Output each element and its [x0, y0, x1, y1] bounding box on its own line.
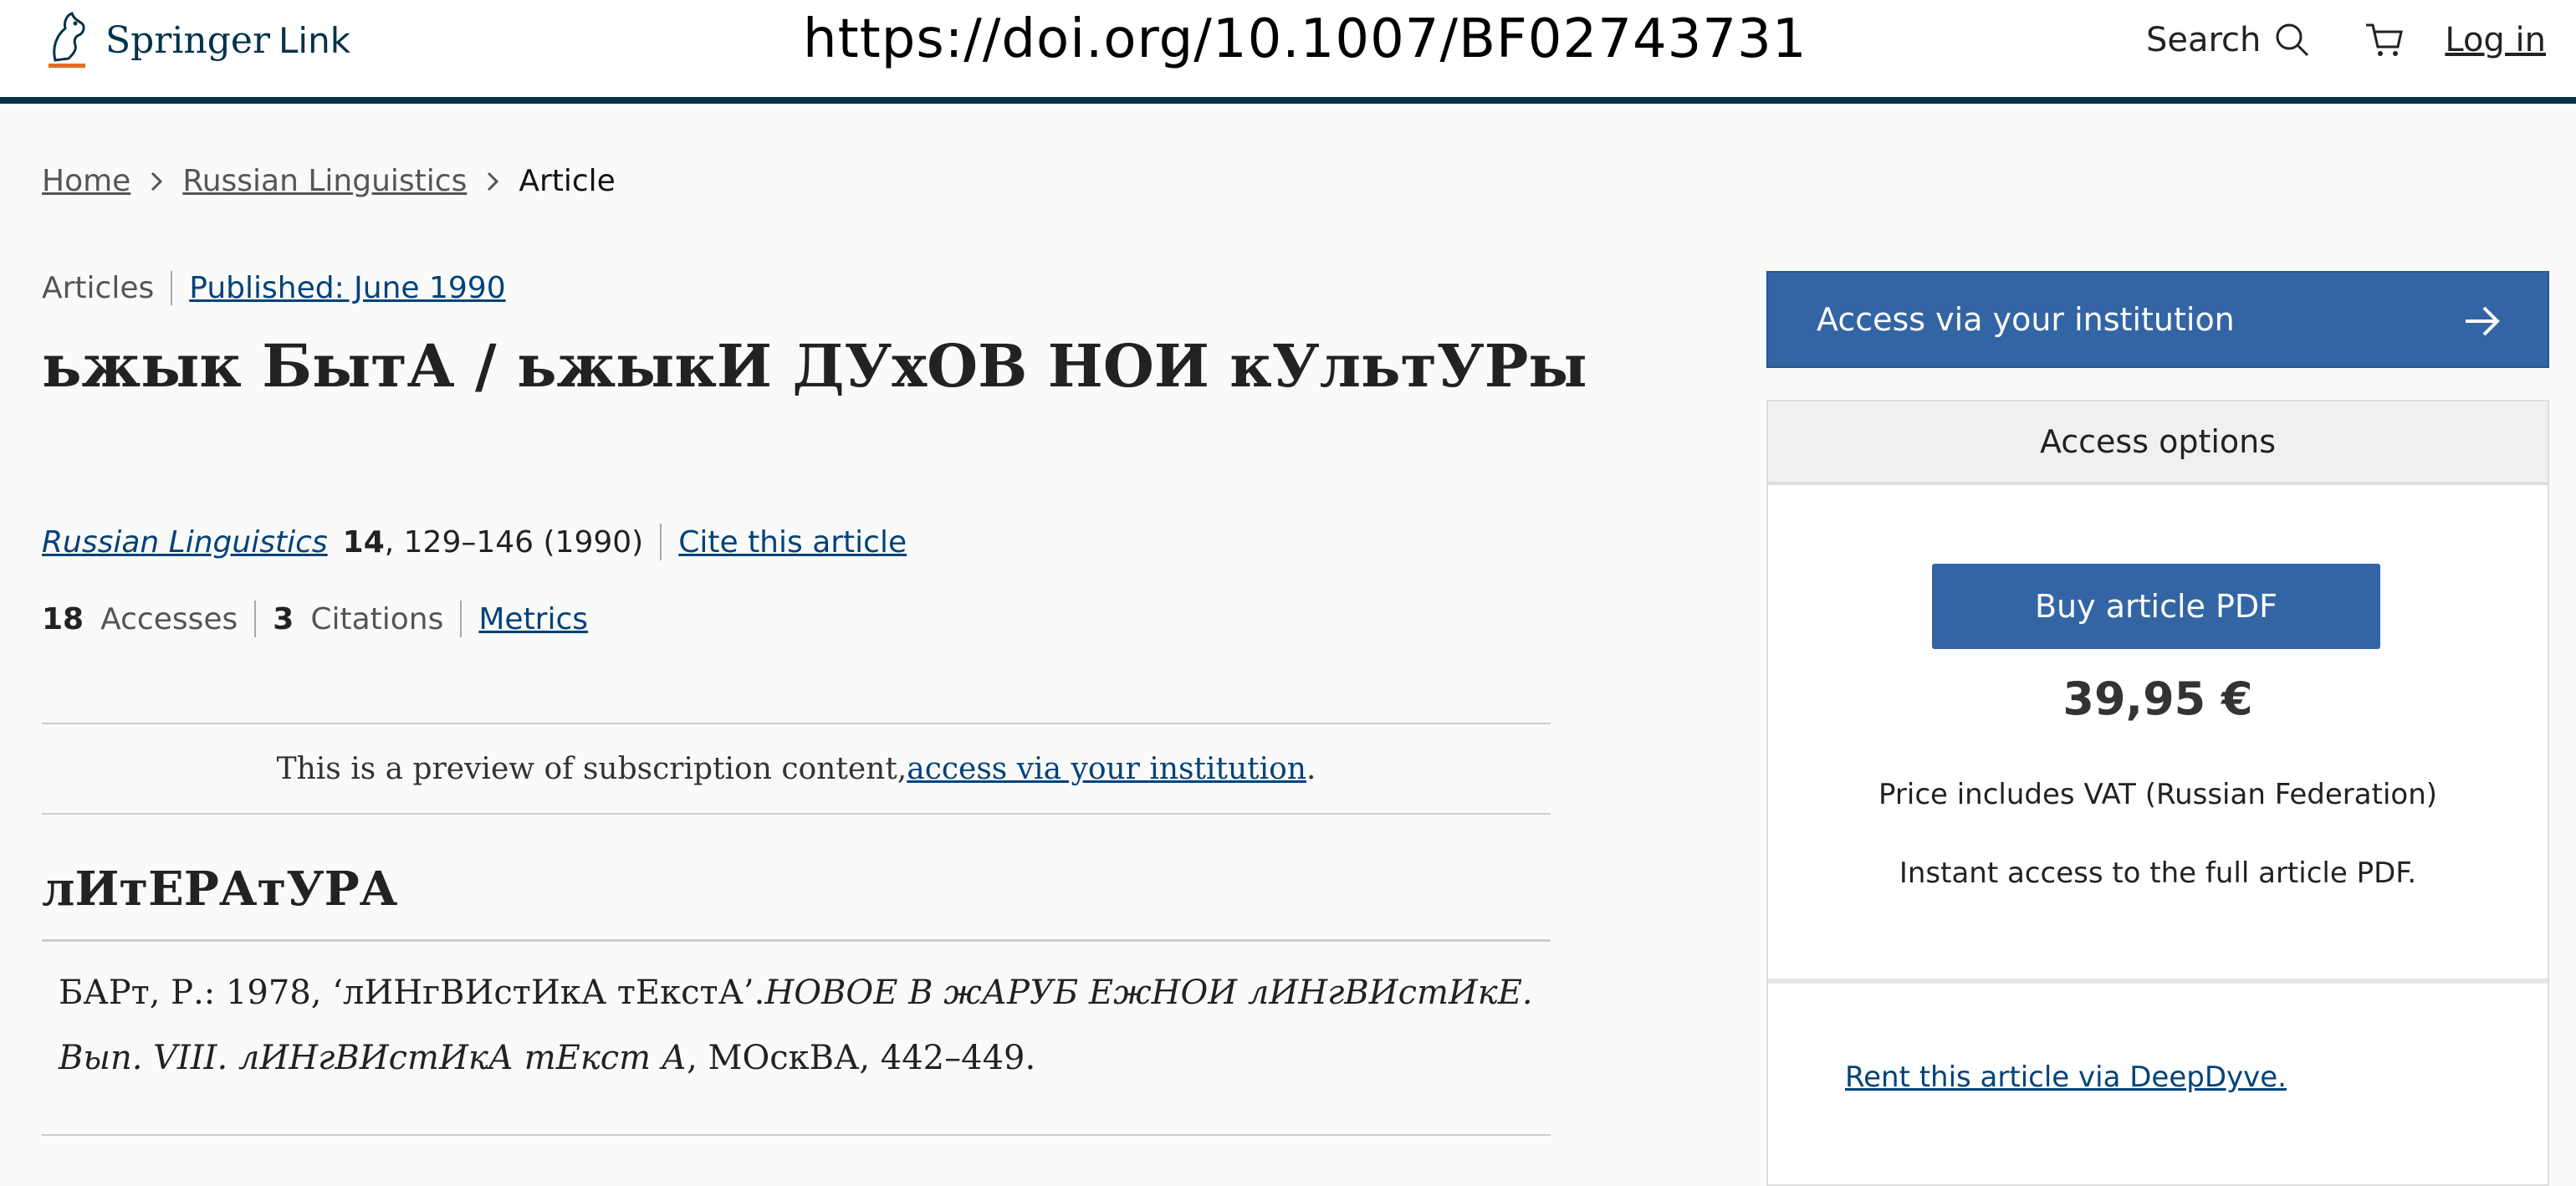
- breadcrumb-journal[interactable]: Russian Linguistics: [182, 164, 467, 198]
- reference-place-pages: , МОскВА, 442–449.: [687, 1039, 1036, 1077]
- subscription-preview-notice: This is a preview of subscription conten…: [42, 723, 1551, 815]
- reference-item: БАРт, Р.: 1978, ‘лИНгВИстИкА тЕкстА’.НОВ…: [59, 960, 1539, 1091]
- search-icon[interactable]: [2272, 20, 2313, 60]
- springer-link-logo[interactable]: Springer Link: [43, 10, 350, 70]
- divider: [460, 601, 463, 637]
- published-date-link[interactable]: Published: June 1990: [189, 271, 505, 305]
- chevron-right-icon: [488, 171, 499, 191]
- buy-article-pdf-button[interactable]: Buy article PDF: [1932, 564, 2380, 649]
- logo-springer-text: Springer: [105, 18, 270, 62]
- article-meta: Articles Published: June 1990: [42, 271, 506, 305]
- access-via-institution-button[interactable]: Access via your institution: [1766, 271, 2549, 368]
- journal-volume: 14: [342, 524, 385, 560]
- logo-link-text: Link: [279, 19, 351, 61]
- divider: [660, 524, 662, 560]
- article-price: 39,95 €: [2062, 672, 2253, 725]
- article-type: Articles: [42, 271, 173, 305]
- springer-horse-icon: [49, 12, 85, 68]
- chevron-right-icon: [151, 171, 163, 191]
- rent-deepdyve-link[interactable]: Rent this article via DeepDyve.: [1845, 1061, 2287, 1094]
- doi-url-overlay: https://doi.org/10.1007/BF02743731: [803, 8, 1807, 70]
- journal-citation: Russian Linguistics 14 , 129–146 (1990) …: [42, 524, 907, 560]
- preview-text: This is a preview of subscription conten…: [276, 751, 907, 786]
- instant-access-note: Instant access to the full article PDF.: [1899, 856, 2417, 890]
- access-button-label: Access via your institution: [1817, 301, 2235, 338]
- breadcrumb-current: Article: [519, 164, 616, 198]
- login-link[interactable]: Log in: [2445, 21, 2546, 59]
- cite-article-link[interactable]: Cite this article: [678, 525, 907, 560]
- cart-icon[interactable]: [2363, 20, 2406, 60]
- divider: [254, 601, 257, 637]
- journal-pages-year: , 129–146 (1990): [384, 524, 644, 560]
- header-actions: Search Log in: [2146, 20, 2546, 60]
- preview-institution-link[interactable]: access via your institution: [907, 752, 1306, 786]
- reference-divider: [42, 1134, 1551, 1136]
- article-title: ьжык БытА / ьжыкИ ДУхОВ НОИ кУльтУРы: [42, 331, 1587, 401]
- citations-label: Citations: [310, 601, 444, 636]
- site-header: Springer Link https://doi.org/10.1007/BF0…: [0, 0, 2576, 104]
- vat-note: Price includes VAT (Russian Federation): [1878, 778, 2438, 811]
- logo-wordmark: Springer Link: [105, 19, 350, 62]
- accesses-count: 18: [42, 601, 84, 636]
- preview-end: .: [1306, 751, 1316, 786]
- buy-article-box: Buy article PDF 39,95 € Price includes V…: [1768, 485, 2548, 984]
- access-options-header: Access options: [1768, 401, 2548, 485]
- search-label[interactable]: Search: [2146, 21, 2261, 59]
- article-metrics: 18 Accesses 3 Citations Metrics: [42, 601, 588, 637]
- metrics-link[interactable]: Metrics: [478, 602, 588, 636]
- reference-authors-title: БАРт, Р.: 1978, ‘лИНгВИстИкА тЕкстА’.: [59, 974, 765, 1012]
- journal-link[interactable]: Russian Linguistics: [42, 525, 328, 560]
- accesses-label: Accesses: [100, 601, 238, 636]
- access-options-panel: Access options Buy article PDF 39,95 € P…: [1766, 400, 2549, 1186]
- citations-count: 3: [273, 601, 294, 636]
- arrow-right-icon: [2466, 306, 2500, 336]
- literature-heading: лИтЕРАтУРА: [42, 861, 1551, 942]
- breadcrumb: Home Russian Linguistics Article: [42, 164, 616, 198]
- breadcrumb-home[interactable]: Home: [42, 164, 130, 198]
